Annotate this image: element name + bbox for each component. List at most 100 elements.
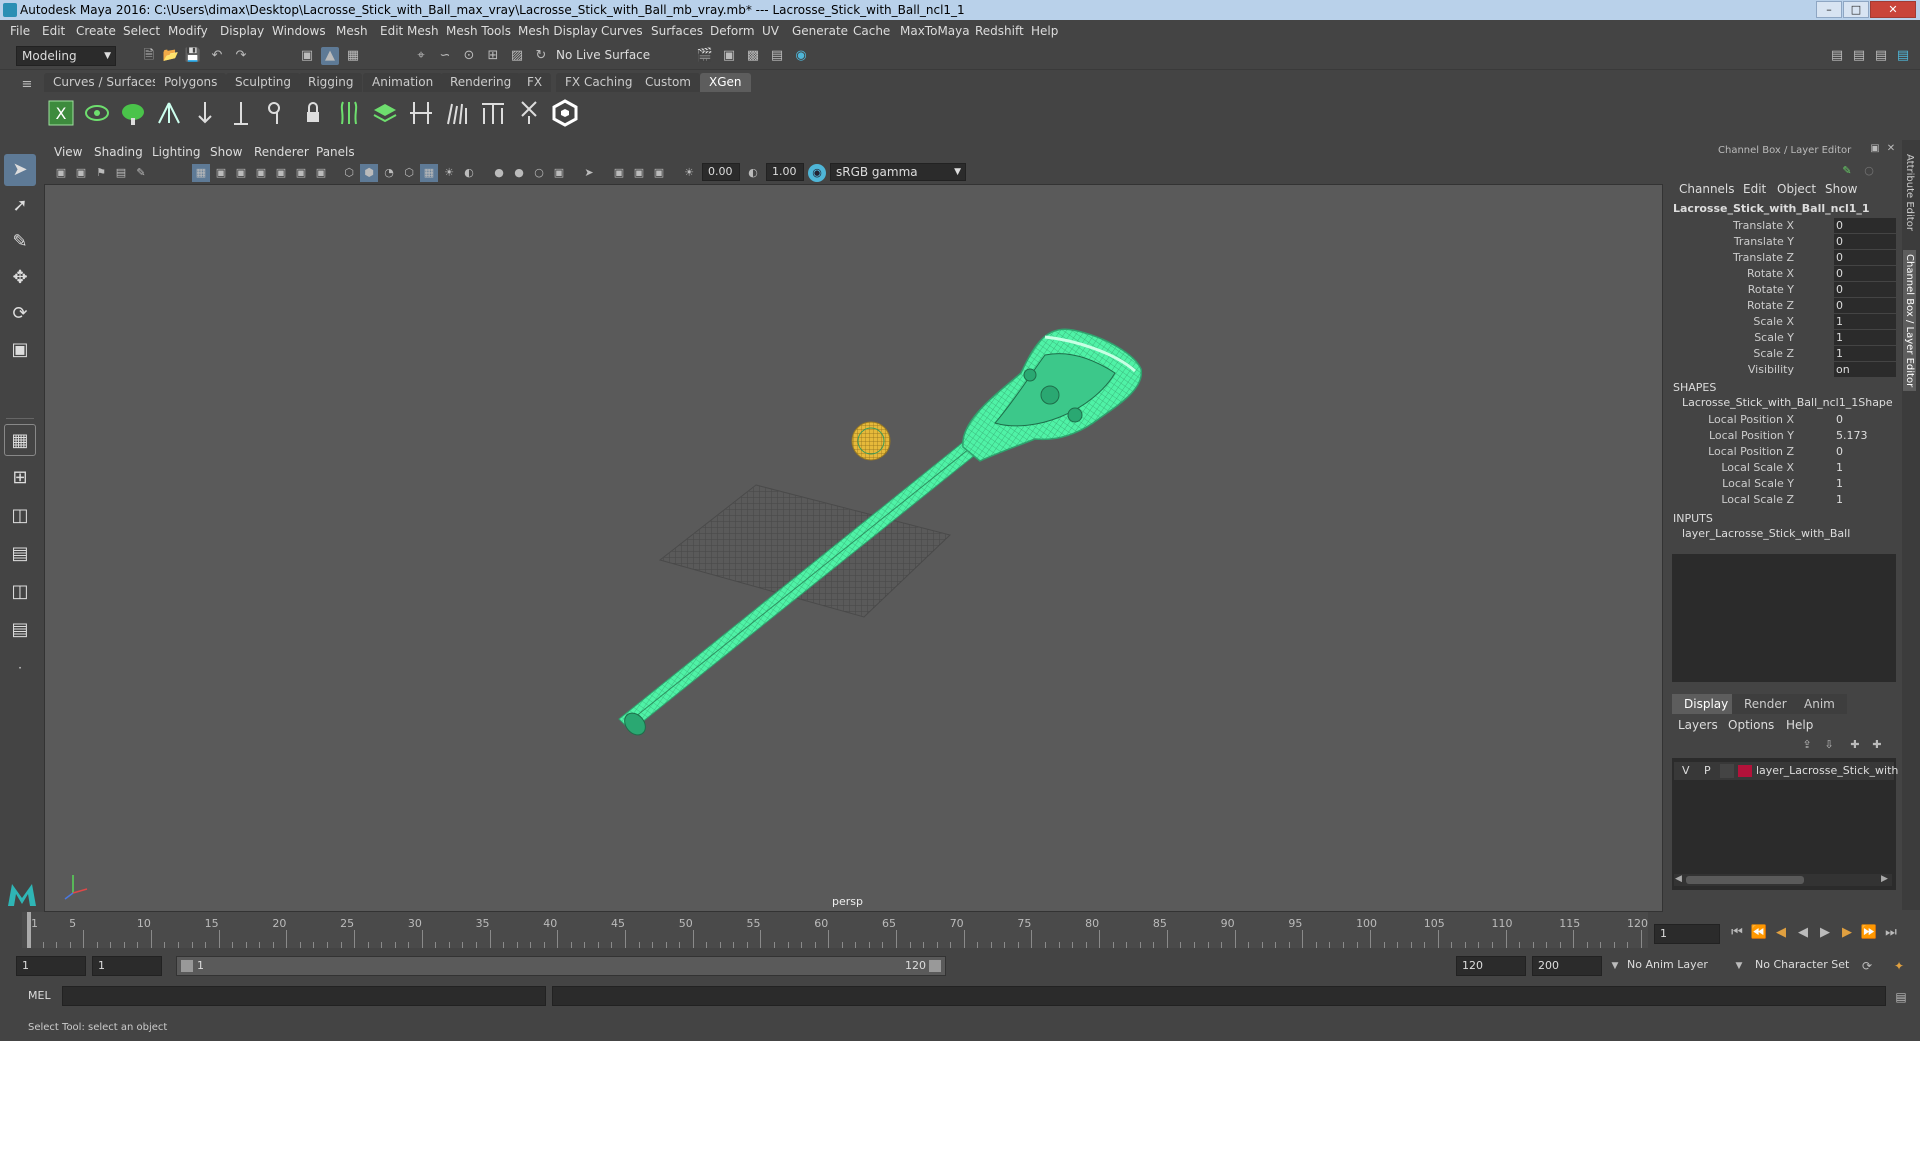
close-icon[interactable]: ✕	[1870, 1, 1916, 18]
rotate-tool-icon[interactable]: ⟳	[4, 298, 36, 330]
panel-menu-view[interactable]: View	[54, 142, 82, 162]
channel-label[interactable]: Scale Z	[1753, 347, 1794, 360]
undo-icon[interactable]: ↶	[208, 47, 226, 65]
gate-mask-icon[interactable]: ▣	[252, 164, 270, 182]
channel-value[interactable]: 0	[1834, 250, 1896, 265]
move-layer-down-icon[interactable]: ⇩	[1820, 736, 1838, 754]
smooth-shade-icon[interactable]: ⬢	[360, 164, 378, 182]
channel-value[interactable]: 0	[1834, 282, 1896, 297]
panel-menu-show[interactable]: Show	[210, 142, 242, 162]
character-set-field[interactable]: No Character Set	[1750, 956, 1874, 976]
anim-layer-field[interactable]: No Anim Layer	[1622, 956, 1744, 976]
safe-action-icon[interactable]: ▣	[292, 164, 310, 182]
channel-label[interactable]: Rotate Z	[1747, 299, 1794, 312]
menu-surfaces[interactable]: Surfaces	[651, 20, 703, 42]
menu-modify[interactable]: Modify	[168, 20, 208, 42]
animation-start-field[interactable]: 1	[16, 956, 86, 976]
channel-value[interactable]: 0	[1834, 266, 1896, 281]
shelf-tab-rendering[interactable]: Rendering	[441, 73, 521, 92]
shape-channel-label[interactable]: Local Position Y	[1709, 429, 1794, 442]
channel-value[interactable]: 0	[1834, 218, 1896, 233]
gamma-icon[interactable]: ◐	[744, 164, 762, 182]
menu-edit[interactable]: Edit	[42, 20, 65, 42]
move-layer-up-icon[interactable]: ⇪	[1798, 736, 1816, 754]
attribute-editor-tab[interactable]: Attribute Editor	[1904, 154, 1915, 231]
shape-name[interactable]: Lacrosse_Stick_with_Ball_ncl1_1Shape	[1682, 396, 1893, 409]
options-menu[interactable]: Options	[1728, 718, 1774, 732]
menu-curves[interactable]: Curves	[601, 20, 643, 42]
scroll-thumb[interactable]	[1686, 876, 1804, 884]
create-layer-icon[interactable]: ✚	[1846, 736, 1864, 754]
shape-channel-value[interactable]: 1	[1834, 460, 1896, 475]
scroll-right-icon[interactable]: ▶	[1881, 874, 1888, 884]
input-node-name[interactable]: layer_Lacrosse_Stick_with_Ball	[1682, 527, 1850, 540]
grid-toggle-icon[interactable]: ▦	[192, 164, 210, 182]
xgen-add-guide-icon[interactable]	[190, 98, 220, 128]
shape-channel-label[interactable]: Local Position Z	[1708, 445, 1794, 458]
shelf-menu-icon[interactable]: ≡	[18, 76, 36, 94]
menu-select[interactable]: Select	[123, 20, 160, 42]
shelf-tab-fx-caching[interactable]: FX Caching	[556, 73, 642, 92]
close-panel-icon[interactable]: ✕	[1884, 142, 1898, 156]
go-to-end-icon[interactable]: ⏭	[1882, 924, 1900, 942]
xray-joints-icon[interactable]: ▣	[650, 164, 668, 182]
shelf-tab-animation[interactable]: Animation	[363, 73, 443, 92]
step-forward-key-icon[interactable]: ⏩	[1860, 924, 1878, 942]
animation-end-field[interactable]: 200	[1532, 956, 1602, 976]
xgen-preview-icon[interactable]	[82, 98, 112, 128]
menu-maxtomaya[interactable]: MaxToMaya	[900, 20, 970, 42]
shelf-tab-rigging[interactable]: Rigging	[299, 73, 363, 92]
panel-menu-panels[interactable]: Panels	[316, 142, 355, 162]
channel-value[interactable]: 1	[1834, 330, 1896, 345]
xgen-groom-icon[interactable]	[442, 98, 472, 128]
panel-menu-lighting[interactable]: Lighting	[152, 142, 201, 162]
select-component-icon[interactable]: ▦	[344, 47, 362, 65]
channel-label[interactable]: Translate X	[1733, 219, 1794, 232]
shape-channel-value[interactable]: 0	[1834, 444, 1896, 459]
menu-cache[interactable]: Cache	[853, 20, 890, 42]
bookmark-icon[interactable]: ⚑	[92, 164, 110, 182]
channel-value[interactable]: on	[1834, 362, 1896, 377]
shape-channel-label[interactable]: Local Position X	[1708, 413, 1794, 426]
textured-icon[interactable]: ▦	[420, 164, 438, 182]
maximize-icon[interactable]: □	[1843, 1, 1869, 18]
workspace-outliner-icon[interactable]: ▤	[1850, 47, 1868, 65]
panel-menu-renderer[interactable]: Renderer	[254, 142, 309, 162]
time-ruler[interactable]: 1 5 10 15 20 25 30 35 40 45 50 55 60 65 70 75 80 85 90 95 10…	[22, 912, 1648, 948]
xgen-cut-guides-icon[interactable]	[406, 98, 436, 128]
workspace-channel-icon[interactable]: ▤	[1894, 47, 1912, 65]
lasso-tool-icon[interactable]: ➚	[4, 190, 36, 222]
chevron-down-icon[interactable]: ▼	[1730, 957, 1748, 975]
snap-view-icon[interactable]: ⊞	[484, 47, 502, 65]
isolate-select-icon[interactable]: ➤	[580, 164, 598, 182]
channel-label[interactable]: Scale X	[1753, 315, 1794, 328]
channel-box-option2-icon[interactable]: ○	[1860, 162, 1878, 180]
default-material-icon[interactable]: ◔	[380, 164, 398, 182]
shape-channel-value[interactable]: 5.173	[1834, 428, 1896, 443]
layer-tab-display[interactable]: Display	[1672, 694, 1741, 714]
hypershade-icon[interactable]: ▤	[768, 47, 786, 65]
menu-mesh-display[interactable]: Mesh Display	[518, 20, 598, 42]
workspace-modeling-icon[interactable]: ▤	[1828, 47, 1846, 65]
range-end-handle[interactable]	[929, 960, 941, 972]
select-tool-icon[interactable]: ➤	[4, 154, 36, 186]
render-settings-icon[interactable]: ▩	[744, 47, 762, 65]
channel-box-option-icon[interactable]: ✎	[1838, 162, 1856, 180]
four-view-layout-icon[interactable]: ⊞	[4, 462, 36, 494]
xgen-sculpt-guides-icon[interactable]	[262, 98, 292, 128]
outliner-persp-layout-icon[interactable]: ▤	[4, 614, 36, 646]
object-name[interactable]: Lacrosse_Stick_with_Ball_ncl1_1	[1673, 202, 1870, 215]
field-chart-icon[interactable]: ▣	[272, 164, 290, 182]
shelf-tab-sculpting[interactable]: Sculpting	[226, 73, 301, 92]
motion-blur-icon[interactable]: ●	[510, 164, 528, 182]
menu-create[interactable]: Create	[76, 20, 116, 42]
safe-title-icon[interactable]: ▣	[312, 164, 330, 182]
wireframe-icon[interactable]: ⬡	[340, 164, 358, 182]
grease-pencil-icon[interactable]: ✎	[132, 164, 150, 182]
layer-visibility-toggle[interactable]: V	[1682, 764, 1690, 777]
persp-graph-layout-icon[interactable]: ▤	[4, 538, 36, 570]
render-view-icon[interactable]: ◉	[792, 47, 810, 65]
paint-select-tool-icon[interactable]: ✎	[4, 226, 36, 258]
layer-name[interactable]: layer_Lacrosse_Stick_with	[1756, 764, 1898, 777]
play-backwards-icon[interactable]: ◀	[1794, 924, 1812, 942]
